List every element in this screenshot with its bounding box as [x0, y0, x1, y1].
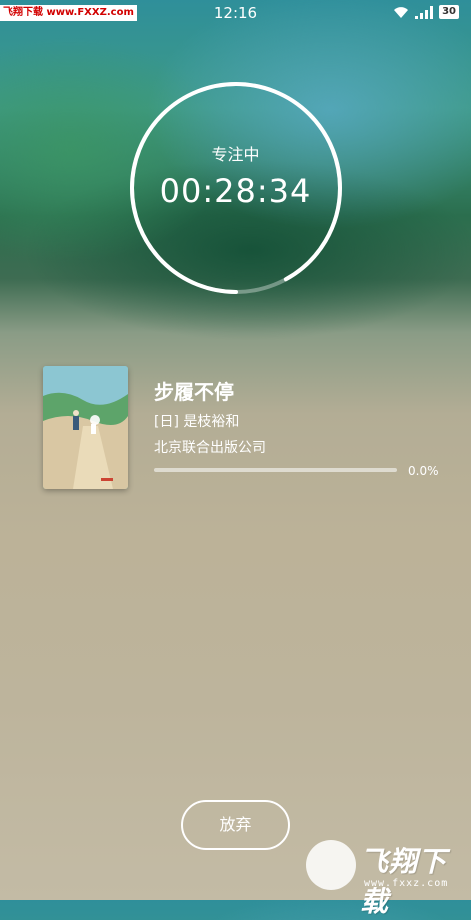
book-cover-image[interactable] — [43, 366, 128, 489]
status-icons: 30 — [393, 5, 459, 19]
signal-icon — [415, 5, 434, 19]
watermark-logo: 飞翔下载 www.fxxz.com — [302, 836, 467, 918]
book-title: 步履不停 — [154, 380, 234, 404]
reading-progress-text: 0.0% — [408, 464, 439, 478]
battery-icon: 30 — [439, 5, 459, 19]
reading-progress-bar — [154, 468, 397, 472]
timer-status-label: 专注中 — [211, 145, 260, 164]
give-up-button[interactable]: 放弃 — [181, 800, 290, 850]
watermark-emblem-icon — [306, 840, 356, 890]
wifi-icon — [394, 6, 409, 18]
timer-countdown: 00:28:34 — [159, 172, 312, 210]
book-publisher: 北京联合出版公司 — [154, 440, 266, 456]
watermark-url: www.fxxz.com — [364, 878, 449, 889]
status-bar: 飞翔下载 www.FXXZ.com 12:16 30 — [0, 0, 471, 26]
book-author: [日] 是枝裕和 — [154, 414, 240, 430]
